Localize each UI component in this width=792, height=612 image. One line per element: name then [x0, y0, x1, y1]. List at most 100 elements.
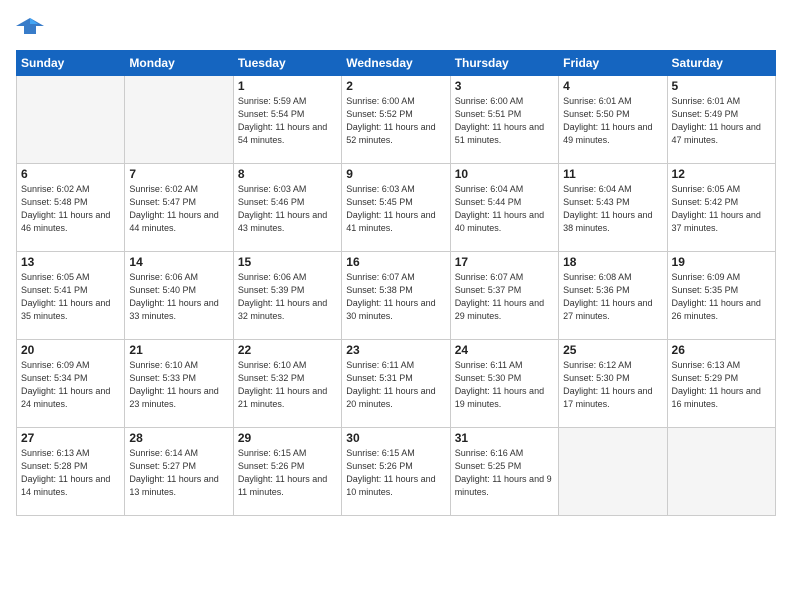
day-number: 23: [346, 343, 445, 357]
calendar-cell: 25 Sunrise: 6:12 AM Sunset: 5:30 PM Dayli…: [559, 340, 667, 428]
day-info: Sunrise: 6:13 AM Sunset: 5:29 PM Dayligh…: [672, 359, 771, 411]
calendar-cell: 6 Sunrise: 6:02 AM Sunset: 5:48 PM Daylig…: [17, 164, 125, 252]
day-info: Sunrise: 6:01 AM Sunset: 5:50 PM Dayligh…: [563, 95, 662, 147]
day-number: 20: [21, 343, 120, 357]
day-info: Sunrise: 6:05 AM Sunset: 5:42 PM Dayligh…: [672, 183, 771, 235]
day-number: 2: [346, 79, 445, 93]
calendar-cell: 4 Sunrise: 6:01 AM Sunset: 5:50 PM Daylig…: [559, 76, 667, 164]
calendar-cell: 16 Sunrise: 6:07 AM Sunset: 5:38 PM Dayli…: [342, 252, 450, 340]
week-row-2: 6 Sunrise: 6:02 AM Sunset: 5:48 PM Daylig…: [17, 164, 776, 252]
calendar-cell: 13 Sunrise: 6:05 AM Sunset: 5:41 PM Dayli…: [17, 252, 125, 340]
day-number: 25: [563, 343, 662, 357]
day-info: Sunrise: 6:06 AM Sunset: 5:39 PM Dayligh…: [238, 271, 337, 323]
day-info: Sunrise: 6:08 AM Sunset: 5:36 PM Dayligh…: [563, 271, 662, 323]
day-number: 19: [672, 255, 771, 269]
header: [16, 16, 776, 38]
day-info: Sunrise: 6:10 AM Sunset: 5:32 PM Dayligh…: [238, 359, 337, 411]
day-number: 1: [238, 79, 337, 93]
weekday-header-row: SundayMondayTuesdayWednesdayThursdayFrid…: [17, 51, 776, 76]
logo: [16, 16, 48, 38]
weekday-thursday: Thursday: [450, 51, 558, 76]
calendar-cell: 17 Sunrise: 6:07 AM Sunset: 5:37 PM Dayli…: [450, 252, 558, 340]
calendar-cell: 2 Sunrise: 6:00 AM Sunset: 5:52 PM Daylig…: [342, 76, 450, 164]
day-info: Sunrise: 6:02 AM Sunset: 5:48 PM Dayligh…: [21, 183, 120, 235]
day-info: Sunrise: 6:07 AM Sunset: 5:37 PM Dayligh…: [455, 271, 554, 323]
calendar-cell: 24 Sunrise: 6:11 AM Sunset: 5:30 PM Dayli…: [450, 340, 558, 428]
calendar: SundayMondayTuesdayWednesdayThursdayFrid…: [16, 50, 776, 516]
day-info: Sunrise: 6:09 AM Sunset: 5:35 PM Dayligh…: [672, 271, 771, 323]
calendar-cell: 10Sunrise: 6:04 AM Sunset: 5:44 PM Dayli…: [450, 164, 558, 252]
calendar-cell: [125, 76, 233, 164]
day-info: Sunrise: 5:59 AM Sunset: 5:54 PM Dayligh…: [238, 95, 337, 147]
calendar-cell: 11 Sunrise: 6:04 AM Sunset: 5:43 PM Dayli…: [559, 164, 667, 252]
day-number: 28: [129, 431, 228, 445]
calendar-cell: 9 Sunrise: 6:03 AM Sunset: 5:45 PM Daylig…: [342, 164, 450, 252]
day-number: 27: [21, 431, 120, 445]
day-info: Sunrise: 6:14 AM Sunset: 5:27 PM Dayligh…: [129, 447, 228, 499]
day-number: 9: [346, 167, 445, 181]
calendar-cell: 26 Sunrise: 6:13 AM Sunset: 5:29 PM Dayli…: [667, 340, 775, 428]
day-info: Sunrise: 6:04 AM Sunset: 5:44 PM Dayligh…: [455, 183, 554, 235]
day-number: 26: [672, 343, 771, 357]
day-info: Sunrise: 6:06 AM Sunset: 5:40 PM Dayligh…: [129, 271, 228, 323]
calendar-cell: 18 Sunrise: 6:08 AM Sunset: 5:36 PM Dayli…: [559, 252, 667, 340]
day-info: Sunrise: 6:02 AM Sunset: 5:47 PM Dayligh…: [129, 183, 228, 235]
day-number: 13: [21, 255, 120, 269]
day-number: 16: [346, 255, 445, 269]
day-number: 29: [238, 431, 337, 445]
weekday-wednesday: Wednesday: [342, 51, 450, 76]
day-number: 8: [238, 167, 337, 181]
day-info: Sunrise: 6:07 AM Sunset: 5:38 PM Dayligh…: [346, 271, 445, 323]
week-row-3: 13 Sunrise: 6:05 AM Sunset: 5:41 PM Dayli…: [17, 252, 776, 340]
day-number: 12: [672, 167, 771, 181]
day-info: Sunrise: 6:00 AM Sunset: 5:51 PM Dayligh…: [455, 95, 554, 147]
day-number: 5: [672, 79, 771, 93]
calendar-cell: 30 Sunrise: 6:15 AM Sunset: 5:26 PM Dayli…: [342, 428, 450, 516]
day-info: Sunrise: 6:11 AM Sunset: 5:30 PM Dayligh…: [455, 359, 554, 411]
day-info: Sunrise: 6:00 AM Sunset: 5:52 PM Dayligh…: [346, 95, 445, 147]
calendar-cell: 5 Sunrise: 6:01 AM Sunset: 5:49 PM Daylig…: [667, 76, 775, 164]
day-number: 18: [563, 255, 662, 269]
day-number: 6: [21, 167, 120, 181]
week-row-4: 20Sunrise: 6:09 AM Sunset: 5:34 PM Dayli…: [17, 340, 776, 428]
day-info: Sunrise: 6:03 AM Sunset: 5:45 PM Dayligh…: [346, 183, 445, 235]
calendar-cell: 3Sunrise: 6:00 AM Sunset: 5:51 PM Daylig…: [450, 76, 558, 164]
day-info: Sunrise: 6:10 AM Sunset: 5:33 PM Dayligh…: [129, 359, 228, 411]
calendar-cell: 1 Sunrise: 5:59 AM Sunset: 5:54 PM Daylig…: [233, 76, 341, 164]
day-info: Sunrise: 6:11 AM Sunset: 5:31 PM Dayligh…: [346, 359, 445, 411]
calendar-cell: [667, 428, 775, 516]
day-number: 11: [563, 167, 662, 181]
day-number: 17: [455, 255, 554, 269]
logo-bird-icon: [16, 16, 44, 38]
day-info: Sunrise: 6:16 AM Sunset: 5:25 PM Dayligh…: [455, 447, 554, 499]
day-number: 7: [129, 167, 228, 181]
day-number: 14: [129, 255, 228, 269]
day-info: Sunrise: 6:15 AM Sunset: 5:26 PM Dayligh…: [346, 447, 445, 499]
calendar-cell: [17, 76, 125, 164]
calendar-cell: 21Sunrise: 6:10 AM Sunset: 5:33 PM Dayli…: [125, 340, 233, 428]
day-number: 30: [346, 431, 445, 445]
calendar-cell: 12 Sunrise: 6:05 AM Sunset: 5:42 PM Dayli…: [667, 164, 775, 252]
calendar-cell: 28 Sunrise: 6:14 AM Sunset: 5:27 PM Dayli…: [125, 428, 233, 516]
day-info: Sunrise: 6:15 AM Sunset: 5:26 PM Dayligh…: [238, 447, 337, 499]
day-number: 24: [455, 343, 554, 357]
day-number: 4: [563, 79, 662, 93]
weekday-tuesday: Tuesday: [233, 51, 341, 76]
day-info: Sunrise: 6:12 AM Sunset: 5:30 PM Dayligh…: [563, 359, 662, 411]
calendar-cell: 29 Sunrise: 6:15 AM Sunset: 5:26 PM Dayli…: [233, 428, 341, 516]
calendar-cell: 8Sunrise: 6:03 AM Sunset: 5:46 PM Daylig…: [233, 164, 341, 252]
calendar-cell: 27Sunrise: 6:13 AM Sunset: 5:28 PM Dayli…: [17, 428, 125, 516]
week-row-5: 27Sunrise: 6:13 AM Sunset: 5:28 PM Dayli…: [17, 428, 776, 516]
page: SundayMondayTuesdayWednesdayThursdayFrid…: [0, 0, 792, 612]
day-number: 22: [238, 343, 337, 357]
day-number: 31: [455, 431, 554, 445]
calendar-cell: 19 Sunrise: 6:09 AM Sunset: 5:35 PM Dayli…: [667, 252, 775, 340]
calendar-cell: 22 Sunrise: 6:10 AM Sunset: 5:32 PM Dayli…: [233, 340, 341, 428]
weekday-saturday: Saturday: [667, 51, 775, 76]
calendar-cell: 7 Sunrise: 6:02 AM Sunset: 5:47 PM Daylig…: [125, 164, 233, 252]
day-info: Sunrise: 6:01 AM Sunset: 5:49 PM Dayligh…: [672, 95, 771, 147]
calendar-cell: 23 Sunrise: 6:11 AM Sunset: 5:31 PM Dayli…: [342, 340, 450, 428]
weekday-friday: Friday: [559, 51, 667, 76]
day-info: Sunrise: 6:04 AM Sunset: 5:43 PM Dayligh…: [563, 183, 662, 235]
day-info: Sunrise: 6:05 AM Sunset: 5:41 PM Dayligh…: [21, 271, 120, 323]
